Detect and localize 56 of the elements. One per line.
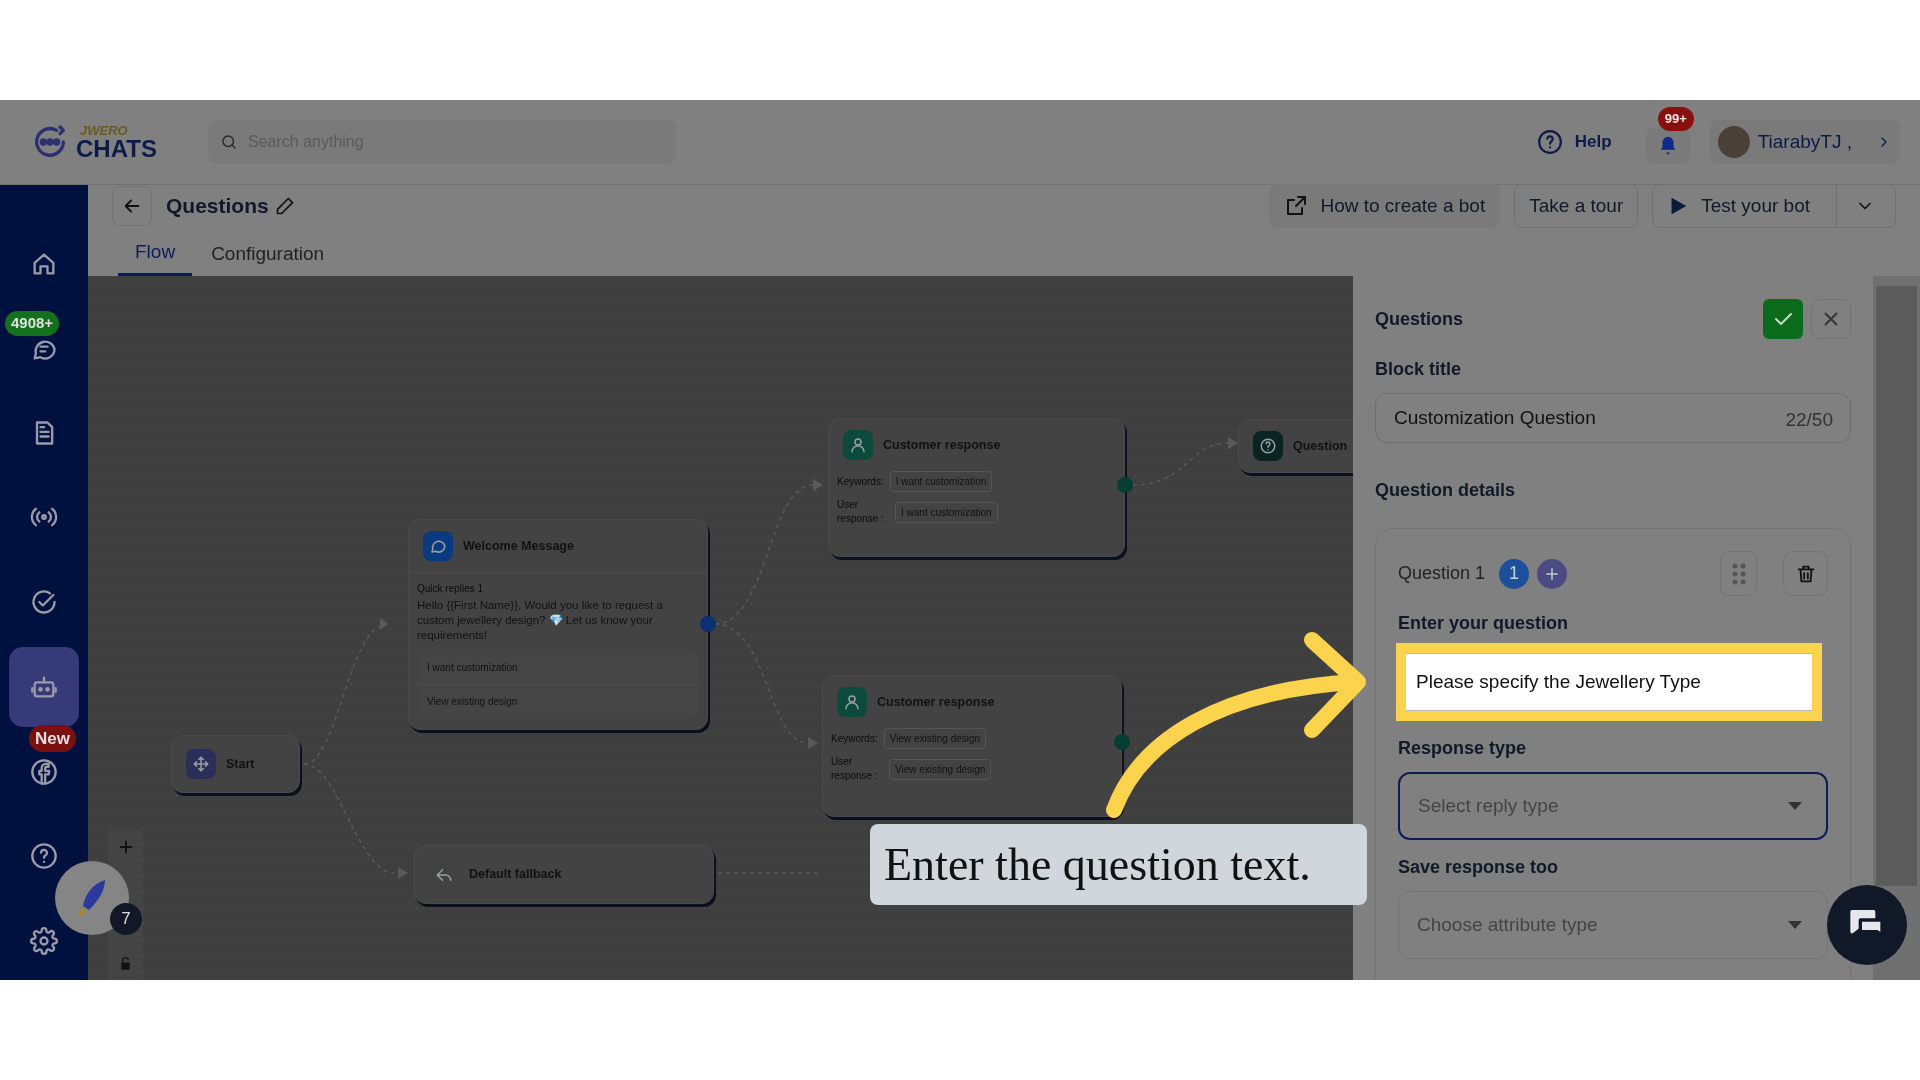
search-icon	[220, 133, 238, 151]
settings-icon	[30, 926, 58, 955]
help-button[interactable]: Help	[1536, 129, 1612, 155]
help-icon	[1536, 129, 1563, 155]
character-counter: 22/50	[1785, 408, 1833, 432]
drag-handle[interactable]	[1720, 551, 1757, 596]
dropdown-caret-icon	[1788, 802, 1802, 810]
scrollbar[interactable]	[1873, 276, 1920, 980]
confirm-button[interactable]	[1763, 299, 1803, 339]
action-button[interactable]: Take a tour	[1514, 184, 1639, 228]
user-menu[interactable]: TiarabyTJ ,	[1709, 120, 1900, 164]
person-icon	[837, 687, 867, 717]
sidebar-item[interactable]	[29, 925, 59, 956]
response-type-select[interactable]: Select reply type	[1398, 772, 1828, 840]
question-label: Question 1	[1398, 562, 1486, 585]
badge: New	[29, 724, 76, 753]
field-label: Block title	[1375, 358, 1463, 381]
notification-count: 99+	[1657, 107, 1694, 131]
brand-name: CHATS	[76, 136, 157, 161]
pencil-icon[interactable]	[274, 196, 295, 216]
brand-name: JWERO	[80, 123, 129, 137]
delete-button[interactable]	[1783, 551, 1828, 596]
move-arrows-icon	[186, 749, 216, 779]
back-button[interactable]	[112, 186, 152, 226]
panel-title: Questions	[1375, 307, 1464, 331]
tab[interactable]: Configuration	[194, 232, 342, 276]
add-button[interactable]	[1537, 558, 1568, 589]
avatar	[1717, 126, 1750, 158]
page-title: Questions	[166, 193, 269, 220]
person-icon	[843, 430, 873, 460]
dropdown-caret-icon	[1788, 921, 1802, 929]
field-label: Keywords:	[831, 732, 878, 746]
field-label: Enter your question	[1398, 612, 1569, 635]
notifications-button[interactable]	[1645, 128, 1690, 164]
attribute-select[interactable]: Choose attribute type	[1398, 891, 1828, 959]
close-button[interactable]	[1811, 299, 1851, 339]
field-label: Response type	[1398, 737, 1528, 760]
sidebar-item[interactable]	[9, 646, 79, 727]
sidebar-item[interactable]	[29, 757, 59, 788]
question-icon	[1253, 431, 1283, 461]
external-link-icon	[1284, 194, 1309, 218]
help-icon	[30, 842, 58, 871]
badge: 4908+	[5, 311, 60, 336]
action-button[interactable]: Test your bot	[1652, 184, 1896, 228]
section-title: Question details	[1375, 479, 1517, 502]
facebook-icon	[30, 758, 58, 787]
speech-bubble-icon	[423, 531, 453, 561]
caption-text: Enter the question text.	[884, 838, 1311, 892]
field-label: Save response too	[1398, 856, 1560, 879]
action-button[interactable]: How to create a bot	[1269, 184, 1501, 228]
drag-dots-icon	[1731, 562, 1746, 585]
question-field[interactable]: Please specify the Jewellery Type	[1406, 653, 1812, 711]
field-label: Keywords:	[837, 475, 884, 489]
check-circle-icon	[30, 587, 58, 616]
question-number: 1	[1499, 558, 1530, 589]
sidebar-item[interactable]	[29, 841, 59, 872]
